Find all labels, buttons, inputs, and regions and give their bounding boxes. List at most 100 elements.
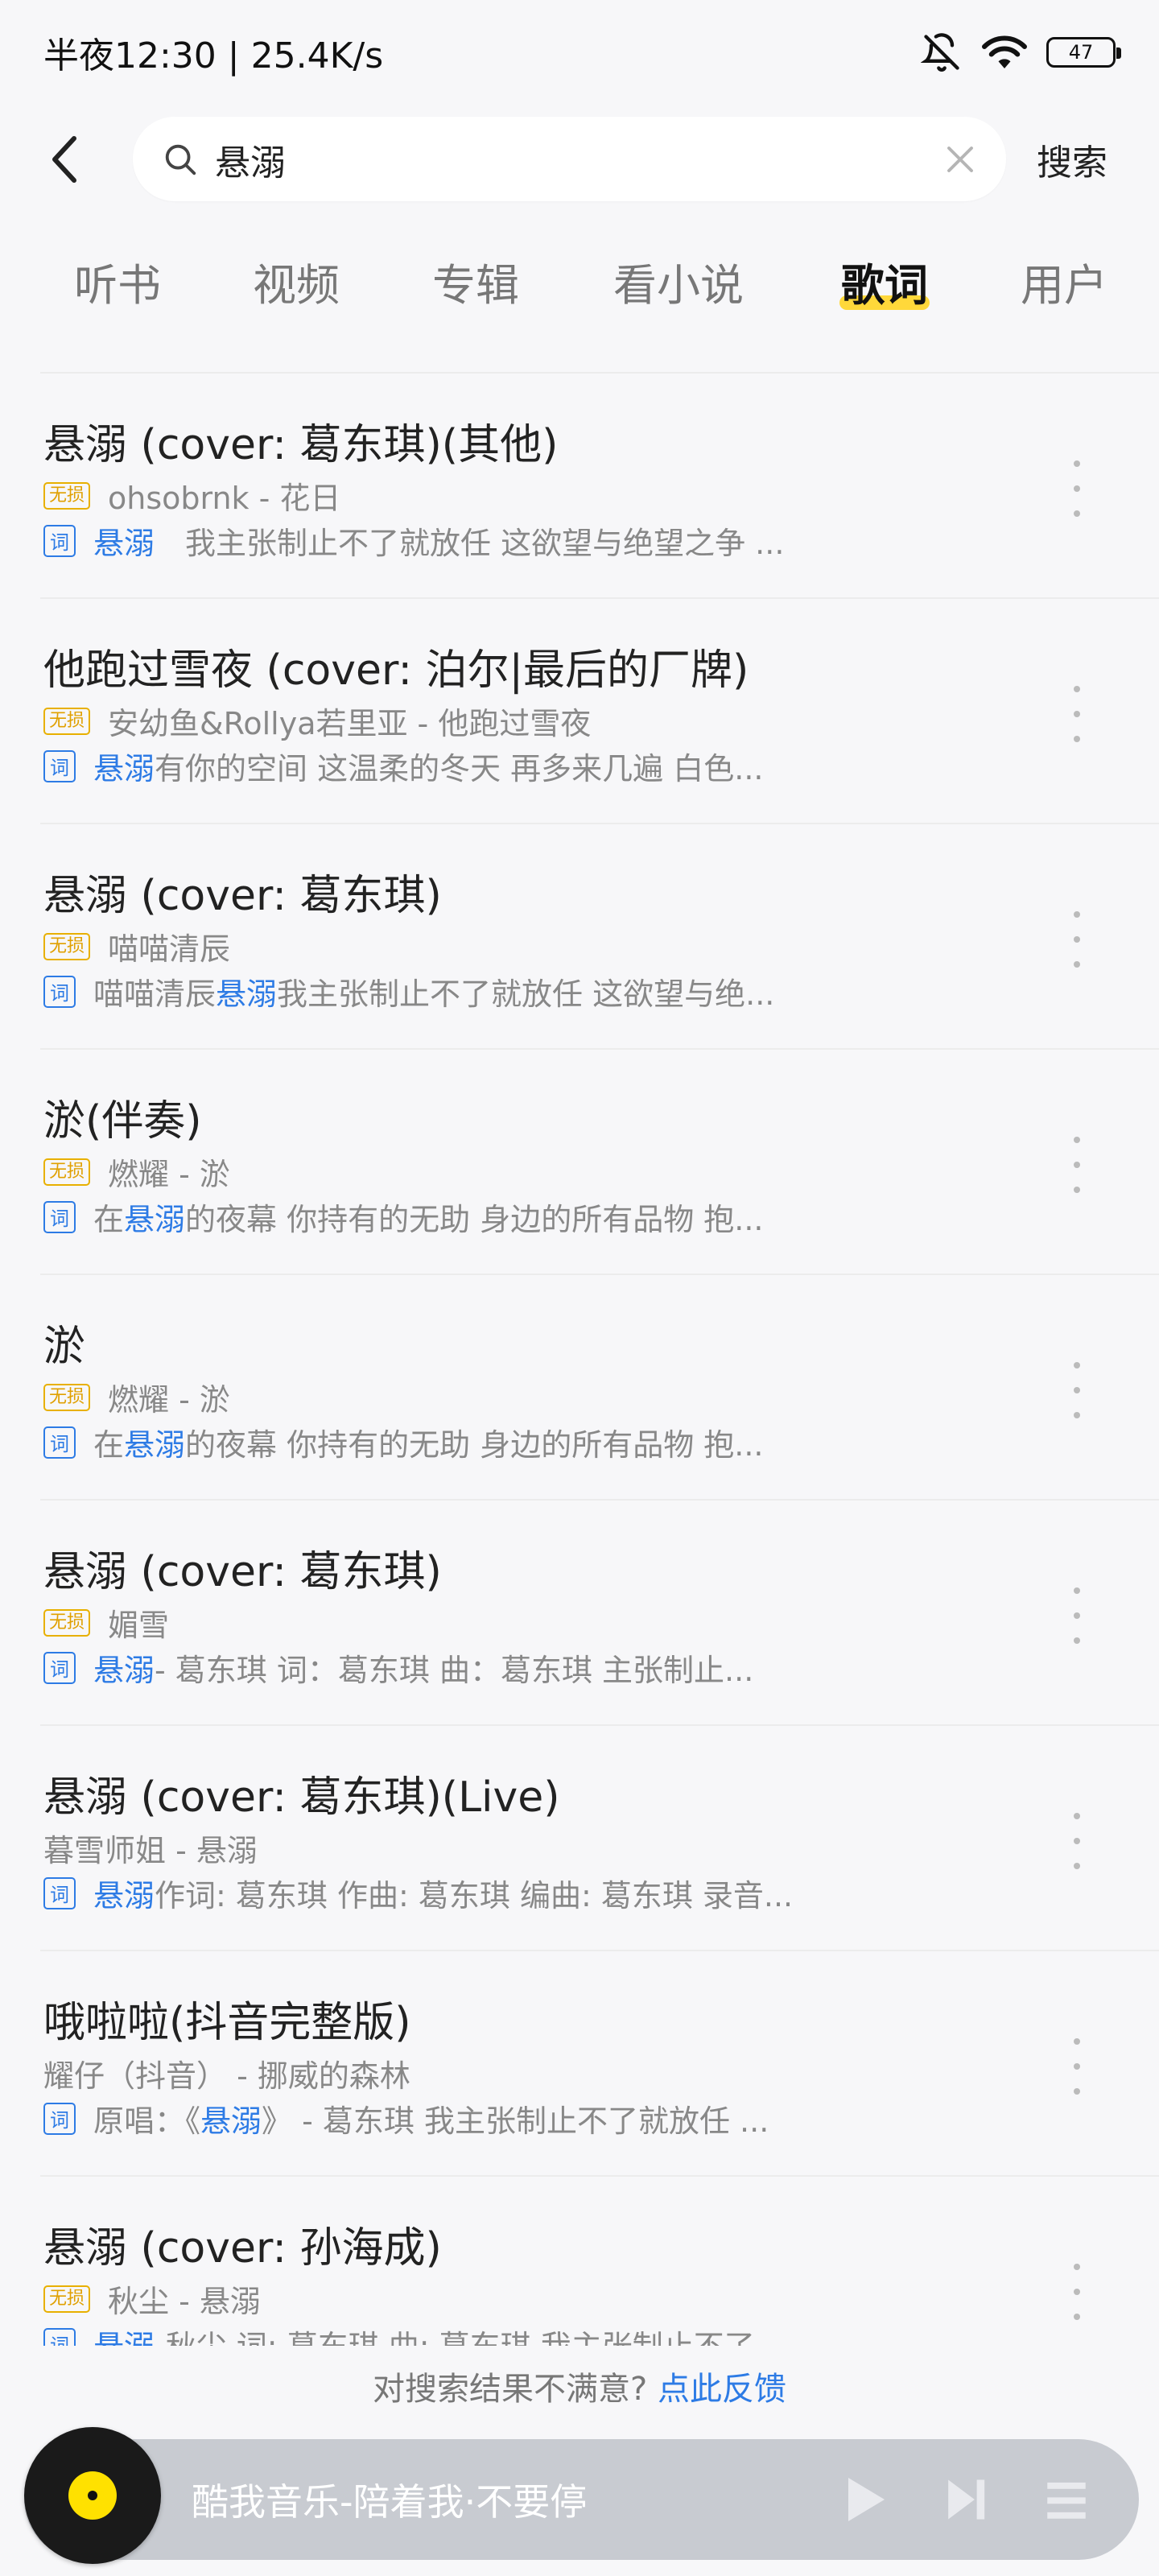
lossless-badge: 无损 (43, 707, 91, 735)
dot (1074, 711, 1080, 717)
result-artist-row: 暮雪师姐 - 悬溺 (43, 1826, 258, 1870)
result-title: 悬溺 (cover: 葛东琪) (43, 872, 442, 920)
clear-icon[interactable] (943, 142, 977, 176)
more-options-icon[interactable] (1061, 1137, 1093, 1193)
result-lyric-row: 词 在 悬溺 的夜幕 你持有的无助 身边的所有品物 抱... (43, 1420, 881, 1464)
mini-player[interactable]: 酷我音乐-陪着我·不要停 (24, 2427, 1139, 2564)
search-icon (165, 144, 196, 175)
feedback-text: 对搜索结果不满意? (373, 2371, 648, 2408)
dot (1074, 2289, 1080, 2295)
dot (1074, 1187, 1080, 1193)
result-artist: 喵喵清辰 (108, 931, 231, 967)
dot (1074, 1587, 1080, 1594)
lyric-badge: 词 (43, 1200, 76, 1233)
result-lyric-row: 词 在 悬溺 的夜幕 你持有的无助 身边的所有品物 抱... (43, 1195, 881, 1239)
tab-album[interactable]: 专辑 (432, 250, 519, 313)
lyric-suffix: -秋尘 词: 葛东琪 曲: 葛东琪 我主张制止不了 (155, 2322, 755, 2346)
result-title: 悬溺 (cover: 孙海成) (43, 2224, 442, 2273)
dot (1074, 1387, 1080, 1393)
category-tabs: 听书 视频 专辑 看小说 歌词 用户 (0, 233, 1159, 322)
result-artist: 安幼鱼&Rollya若里亚 - 他跑过雪夜 (108, 706, 592, 741)
lossless-badge: 无损 (43, 1158, 91, 1186)
album-disc[interactable] (24, 2427, 161, 2564)
more-options-icon[interactable] (1061, 2038, 1093, 2095)
tab-lyrics[interactable]: 歌词 (839, 250, 930, 313)
result-item[interactable]: 淤(伴奏) 无损 燃耀 - 淤 词 在 悬溺 的夜幕 你持有的无助 身边的所有品… (40, 1050, 1159, 1275)
result-artist-row: 无损 ohsobrnk - 花日 (43, 473, 340, 518)
lyric-suffix: 有你的空间 这温柔的冬天 再多来几遍 白色... (155, 751, 764, 786)
result-item[interactable]: 悬溺 (cover: 葛东琪) 无损 喵喵清辰 词 喵喵清辰 悬溺 我主张制止不… (40, 824, 1159, 1050)
result-item[interactable]: 悬溺 (cover: 葛东琪)(Live) 暮雪师姐 - 悬溺 词 悬溺 作词:… (40, 1726, 1159, 1951)
play-button[interactable] (837, 2471, 893, 2528)
more-options-icon[interactable] (1061, 1362, 1093, 1418)
result-lyric-row: 词 悬溺 有你的空间 这温柔的冬天 再多来几遍 白色... (43, 744, 881, 788)
more-options-icon[interactable] (1061, 686, 1093, 742)
lyric-badge: 词 (43, 2102, 76, 2135)
dot (1074, 1412, 1080, 1418)
dot (1074, 2088, 1080, 2095)
result-title: 他跑过雪夜 (cover: 泊尔|最后的厂牌) (43, 646, 749, 695)
dot (1074, 2038, 1080, 2045)
result-artist: 耀仔（抖音） - 挪威的森林 (43, 2058, 410, 2094)
lossless-badge: 无损 (43, 1608, 91, 1637)
dot (1074, 460, 1080, 467)
status-time: 半夜12:30 | 25.4K/s (43, 35, 384, 76)
result-lyric-row: 词 悬溺 作词: 葛东琪 作曲: 葛东琪 编曲: 葛东琪 录音... (43, 1871, 881, 1915)
more-options-icon[interactable] (1061, 2264, 1093, 2320)
result-item[interactable]: 悬溺 (cover: 葛东琪) 无损 媚雪 词 悬溺 - 葛东琪 词：葛东琪 曲… (40, 1501, 1159, 1726)
search-box[interactable] (133, 117, 1006, 201)
result-artist: 燃耀 - 淤 (108, 1382, 230, 1418)
dot (1074, 2063, 1080, 2070)
result-artist: 燃耀 - 淤 (108, 1157, 230, 1192)
next-button[interactable] (938, 2471, 994, 2528)
tab-audiobook[interactable]: 听书 (74, 250, 161, 313)
dot (1074, 1137, 1080, 1143)
result-title: 悬溺 (cover: 葛东琪) (43, 1548, 442, 1596)
lyric-badge: 词 (43, 524, 76, 557)
play-icon (848, 2478, 885, 2521)
result-item[interactable]: 他跑过雪夜 (cover: 泊尔|最后的厂牌) 无损 安幼鱼&Rollya若里亚… (40, 599, 1159, 824)
dot (1074, 911, 1080, 918)
back-button[interactable] (32, 127, 97, 192)
more-options-icon[interactable] (1061, 1813, 1093, 1869)
lyric-badge: 词 (43, 1651, 76, 1684)
result-artist-row: 无损 燃耀 - 淤 (43, 1150, 230, 1194)
bell-off-icon (921, 33, 959, 72)
feedback-link[interactable]: 点此反馈 (658, 2371, 786, 2408)
dot (1074, 1838, 1080, 1844)
dot (1074, 510, 1080, 517)
result-lyric-row: 词 原唱：《 悬溺 》 - 葛东琪 我主张制止不了就放任 ... (43, 2096, 881, 2140)
playlist-button[interactable] (1038, 2471, 1095, 2528)
lyric-highlight: 悬溺 (124, 1202, 186, 1237)
result-item[interactable]: 淤 无损 燃耀 - 淤 词 在 悬溺 的夜幕 你持有的无助 身边的所有品物 抱.… (40, 1275, 1159, 1501)
lyric-prefix: 在 (93, 1202, 125, 1237)
result-title: 悬溺 (cover: 葛东琪)(Live) (43, 1773, 560, 1822)
result-item[interactable]: 哦啦啦(抖音完整版) 耀仔（抖音） - 挪威的森林 词 原唱：《 悬溺 》 - … (40, 1951, 1159, 2177)
result-artist: 媚雪 (108, 1608, 170, 1643)
result-artist-row: 耀仔（抖音） - 挪威的森林 (43, 2051, 410, 2095)
lyric-suffix: 的夜幕 你持有的无助 身边的所有品物 抱... (185, 1427, 764, 1463)
playlist-icon (1047, 2482, 1086, 2519)
more-options-icon[interactable] (1061, 911, 1093, 968)
result-item[interactable]: 悬溺 (cover: 葛东琪)(其他) 无损 ohsobrnk - 花日 词 悬… (40, 374, 1159, 599)
dot (1074, 2264, 1080, 2270)
search-button[interactable]: 搜索 (1037, 134, 1107, 185)
lyric-highlight: 悬溺 (93, 526, 155, 561)
lyric-badge: 词 (43, 1426, 76, 1459)
dot (1074, 686, 1080, 692)
result-lyric-row: 词 悬溺 - 葛东琪 词：葛东琪 曲：葛东琪 主张制止... (43, 1645, 881, 1690)
lossless-badge: 无损 (43, 932, 91, 960)
tab-video[interactable]: 视频 (253, 250, 340, 313)
lyric-suffix: - 葛东琪 词：葛东琪 曲：葛东琪 主张制止... (155, 1653, 754, 1688)
more-options-icon[interactable] (1061, 460, 1093, 517)
more-options-icon[interactable] (1061, 1587, 1093, 1644)
result-title: 悬溺 (cover: 葛东琪)(其他) (43, 421, 559, 469)
tab-novel[interactable]: 看小说 (613, 250, 744, 313)
result-title: 哦啦啦(抖音完整版) (43, 1999, 411, 2047)
result-item[interactable]: 悬溺 (cover: 孙海成) 无损 秋尘 - 悬溺 词 悬溺 -秋尘 词: 葛… (40, 2177, 1159, 2346)
lyric-prefix: 在 (93, 1427, 125, 1463)
search-input[interactable] (215, 138, 943, 180)
result-artist-row: 无损 燃耀 - 淤 (43, 1375, 230, 1419)
tab-user[interactable]: 用户 (1021, 250, 1107, 313)
player-track-title: 酷我音乐-陪着我·不要停 (192, 2480, 588, 2524)
